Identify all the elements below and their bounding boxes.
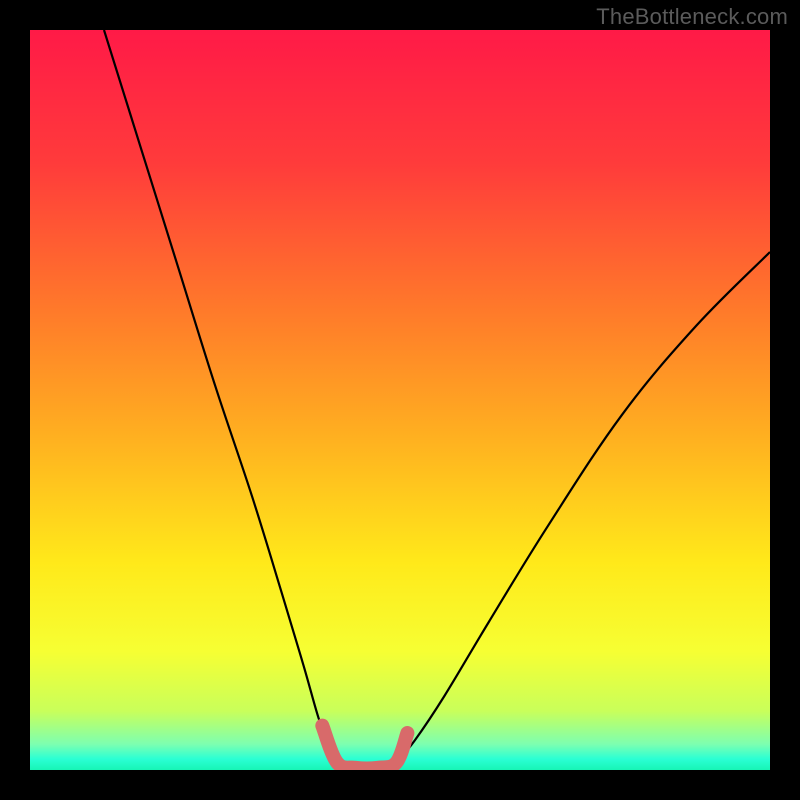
- chart-frame: TheBottleneck.com: [0, 0, 800, 800]
- left-curve: [104, 30, 337, 763]
- bottom-highlight: [322, 726, 407, 769]
- watermark-text: TheBottleneck.com: [596, 4, 788, 30]
- curve-layer: [30, 30, 770, 770]
- plot-area: [30, 30, 770, 770]
- right-curve: [396, 252, 770, 763]
